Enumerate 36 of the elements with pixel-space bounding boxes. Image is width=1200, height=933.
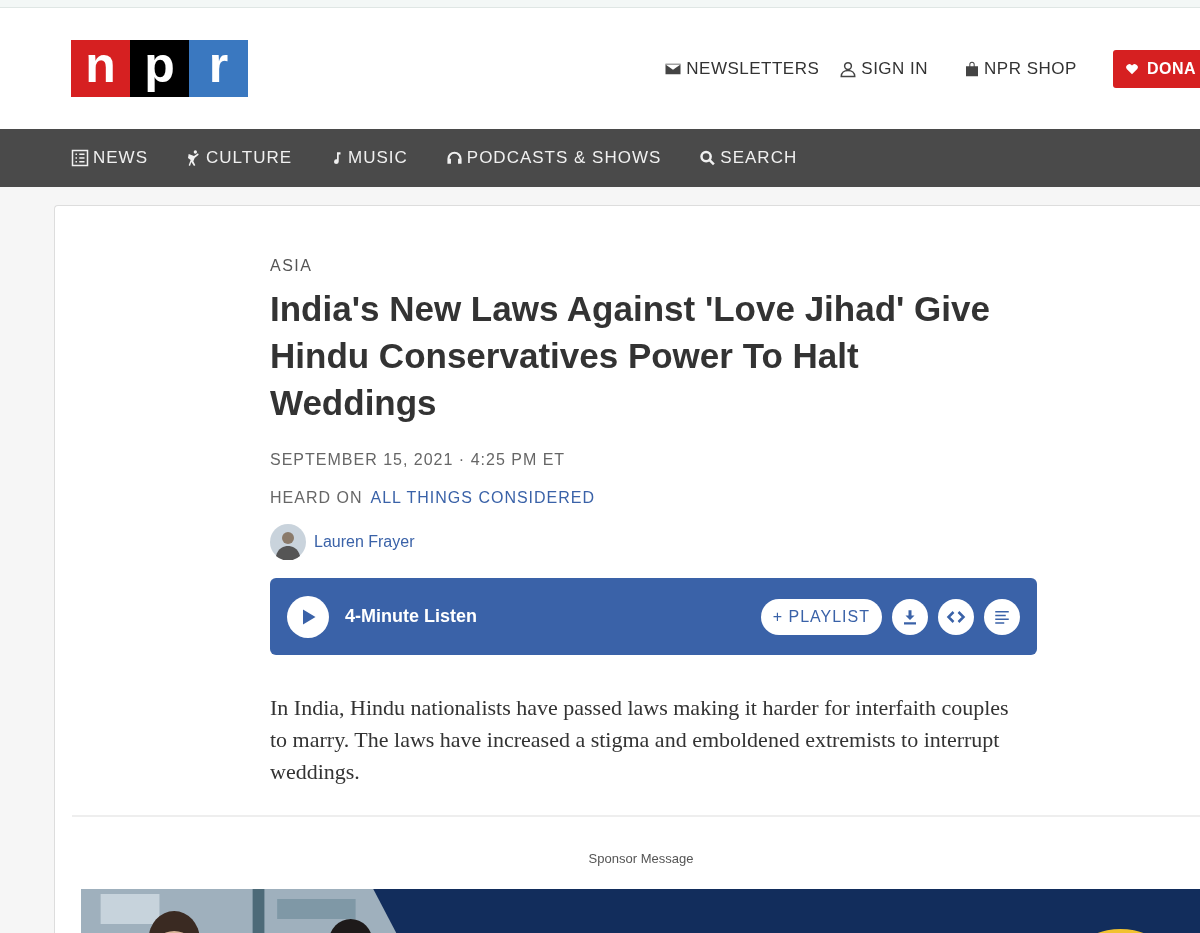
nav-link[interactable]: PODCASTS & SHOWS: [445, 145, 662, 171]
logo-letter: p: [130, 40, 189, 97]
transcript-button[interactable]: [984, 598, 1020, 635]
download-icon: [901, 607, 919, 626]
article-date: SEPTEMBER 15, 2021 · 4:25 PM ET: [270, 450, 567, 470]
nav-link[interactable]: SEARCH: [699, 145, 798, 171]
logo-letter: r: [189, 40, 248, 97]
heart-icon: [1124, 61, 1139, 76]
play-button[interactable]: [287, 595, 329, 638]
author-link[interactable]: Lauren Frayer: [314, 530, 415, 554]
header-link[interactable]: SIGN IN: [839, 55, 929, 82]
search-icon: [699, 149, 717, 167]
author-avatar: [270, 524, 306, 560]
headphones-icon: [445, 149, 463, 167]
download-button[interactable]: [892, 598, 928, 635]
sponsor-label: Sponsor Message: [587, 850, 695, 868]
section-label: ASIA: [270, 256, 314, 276]
article-title: India's New Laws Against 'Love Jihad' Give Hindu Conservatives Power To Halt Weddings: [270, 288, 991, 424]
donate-button[interactable]: DONA: [1112, 49, 1200, 88]
player-title: 4-Minute Listen: [345, 605, 477, 628]
dancer-icon: [186, 148, 202, 168]
header-link[interactable]: NEWSLETTERS: [664, 55, 820, 82]
article-summary: In India, Hindu nationalists have passed laws making it harder for interfaith couples to marry. The laws have increased a stigma and emboldened extremists to interrupt weddings.: [270, 694, 1010, 786]
nav-link[interactable]: NEWS: [71, 145, 148, 171]
logo-letter: n: [71, 40, 130, 97]
nav-link[interactable]: CULTURE: [186, 145, 293, 171]
heard-on-label: HEARD ON: [270, 488, 363, 508]
header-link[interactable]: NPR SHOP: [964, 55, 1077, 82]
nav-link[interactable]: MUSIC: [330, 145, 408, 171]
program-link[interactable]: ALL THINGS CONSIDERED: [370, 486, 596, 510]
person-icon: [839, 59, 858, 78]
playlist-button[interactable]: + PLAYLIST: [760, 598, 882, 635]
npr-logo[interactable]: n p r: [71, 40, 248, 97]
bag-icon: [964, 59, 981, 78]
news-icon: [71, 149, 89, 167]
embed-button[interactable]: [938, 598, 974, 635]
